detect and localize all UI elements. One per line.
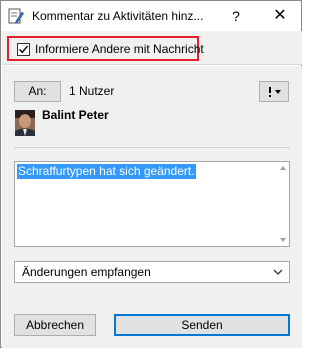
exclamation-dropdown-icon bbox=[269, 87, 281, 97]
scroll-down-icon[interactable] bbox=[279, 236, 287, 244]
recipient-count: 1 Nutzer bbox=[69, 84, 115, 98]
comment-dialog: Kommentar zu Aktivitäten hinz... ? ✕ Inf… bbox=[0, 0, 302, 348]
edit-document-icon bbox=[8, 8, 24, 24]
notify-checkbox[interactable] bbox=[17, 43, 30, 56]
notify-highlight-box: Informiere Andere mit Nachricht bbox=[7, 36, 204, 61]
avatar bbox=[15, 110, 35, 136]
divider bbox=[14, 147, 290, 148]
recipient-name: Balint Peter bbox=[42, 108, 109, 122]
title-bar[interactable]: Kommentar zu Aktivitäten hinz... ? ✕ bbox=[1, 1, 301, 31]
help-button[interactable]: ? bbox=[223, 4, 249, 28]
recipient-options-button[interactable] bbox=[259, 81, 289, 102]
comment-text: Schraffurtypen hat sich geändert. bbox=[17, 164, 196, 179]
change-type-select[interactable]: Änderungen empfangen bbox=[14, 261, 290, 283]
scroll-up-icon[interactable] bbox=[279, 164, 287, 172]
to-button[interactable]: An: bbox=[14, 81, 61, 102]
checkmark-icon bbox=[19, 45, 29, 54]
send-button[interactable]: Senden bbox=[114, 314, 290, 336]
dialog-body: An: 1 Nutzer Balint Peter Schraffurtypen… bbox=[2, 66, 302, 348]
chevron-down-icon bbox=[273, 269, 283, 275]
notify-label[interactable]: Informiere Andere mit Nachricht bbox=[35, 42, 204, 56]
comment-textarea[interactable]: Schraffurtypen hat sich geändert. bbox=[14, 161, 290, 247]
window-title: Kommentar zu Aktivitäten hinz... bbox=[32, 9, 204, 23]
change-type-value: Änderungen empfangen bbox=[22, 265, 151, 279]
notify-panel: Informiere Andere mit Nachricht bbox=[2, 31, 302, 65]
close-button[interactable]: ✕ bbox=[265, 4, 295, 28]
cancel-button[interactable]: Abbrechen bbox=[14, 314, 96, 336]
